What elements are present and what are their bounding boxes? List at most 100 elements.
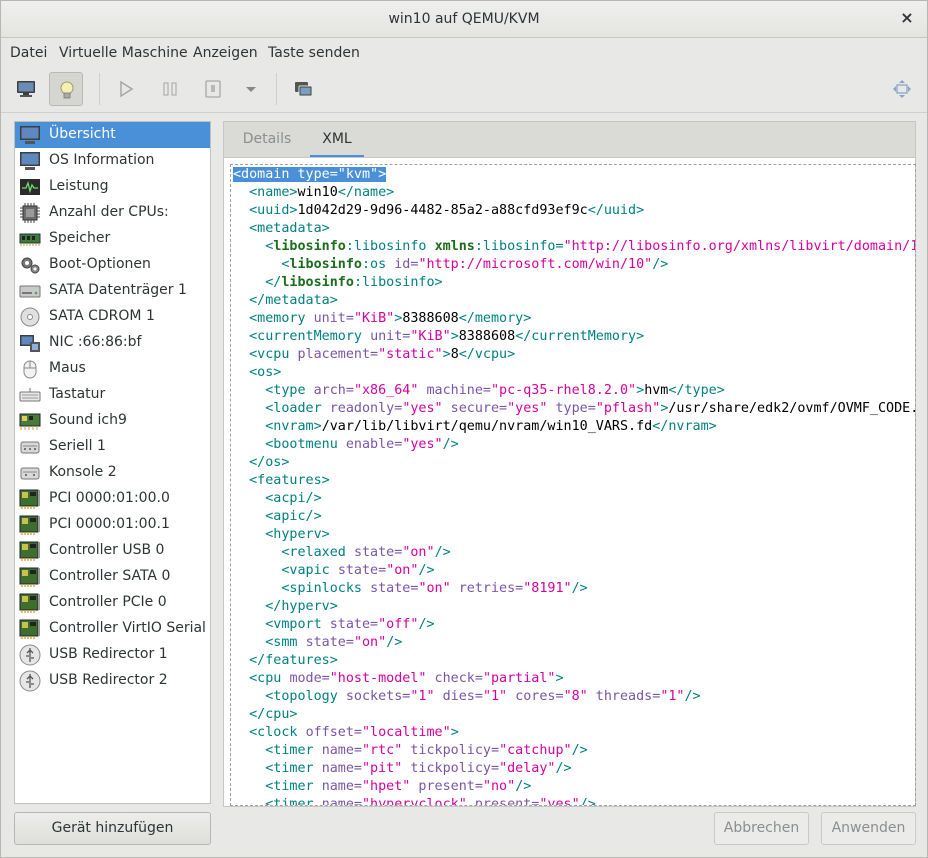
sidebar-item[interactable]: PCI 0000:01:00.1 bbox=[15, 512, 210, 538]
sidebar-item[interactable]: Leistung bbox=[15, 174, 210, 200]
fullscreen-button[interactable] bbox=[885, 72, 919, 106]
menu-virtuelle-maschine[interactable]: Virtuelle Maschine bbox=[59, 45, 188, 61]
xml-line: <libosinfo:libosinfo xmlns:libosinfo="ht… bbox=[233, 238, 915, 256]
xml-token: dies= bbox=[434, 689, 483, 704]
xml-token: <clock bbox=[249, 725, 306, 740]
xml-token bbox=[233, 437, 265, 452]
sidebar-item[interactable]: Controller SATA 0 bbox=[15, 564, 210, 590]
sidebar-item[interactable]: Controller USB 0 bbox=[15, 538, 210, 564]
sidebar-item[interactable]: SATA CDROM 1 bbox=[15, 304, 210, 330]
xml-token: </currentMemory> bbox=[515, 329, 645, 344]
cancel-button[interactable]: Abbrechen bbox=[714, 812, 809, 845]
fullscreen-icon bbox=[893, 80, 911, 98]
details-button[interactable] bbox=[49, 72, 83, 106]
menu-taste-senden[interactable]: Taste senden bbox=[268, 45, 360, 61]
xml-token: "pflash" bbox=[595, 401, 661, 416]
pause-button[interactable] bbox=[153, 72, 187, 106]
monitor-icon bbox=[19, 150, 41, 172]
xml-token: <timer bbox=[265, 779, 322, 794]
sidebar-item[interactable]: USB Redirector 1 bbox=[15, 642, 210, 668]
xml-token: /> bbox=[418, 563, 435, 578]
xml-token: </metadata> bbox=[249, 293, 338, 308]
menu-bar: Datei Virtuelle Maschine Anzeigen Taste … bbox=[1, 39, 927, 67]
sidebar-item[interactable]: USB Redirector 2 bbox=[15, 668, 210, 694]
xml-token: <timer bbox=[265, 797, 322, 806]
xml-token: /> bbox=[571, 581, 588, 596]
hardware-list[interactable]: Übersicht OS Information Leistung Anzahl de… bbox=[14, 121, 211, 804]
xml-token: <timer bbox=[265, 761, 322, 776]
xml-line: </metadata> bbox=[233, 292, 915, 310]
xml-token: <domain type="kvm"> bbox=[233, 167, 387, 182]
xml-token: "yes" bbox=[402, 401, 443, 416]
sidebar-item-label: Maus bbox=[49, 360, 86, 376]
xml-code[interactable]: <domain type="kvm"> <name>win10</name> <… bbox=[233, 166, 915, 806]
xml-token bbox=[233, 635, 265, 650]
sidebar-item[interactable]: Anzahl der CPUs: bbox=[15, 200, 210, 226]
xml-token bbox=[233, 329, 249, 344]
run-button[interactable] bbox=[109, 72, 143, 106]
xml-token: <nvram> bbox=[265, 419, 322, 434]
xml-token: :os bbox=[362, 257, 395, 272]
sidebar-item-label: Controller VirtIO Serial 0 bbox=[49, 620, 211, 636]
sidebar-item[interactable]: Seriell 1 bbox=[15, 434, 210, 460]
console-button[interactable] bbox=[9, 72, 43, 106]
xml-token: /> bbox=[555, 761, 572, 776]
console-port-icon bbox=[19, 462, 41, 484]
cdrom-icon bbox=[19, 306, 41, 328]
xml-token: enable= bbox=[345, 437, 403, 452]
sidebar-item[interactable]: SATA Datenträger 1 bbox=[15, 278, 210, 304]
xml-token bbox=[233, 311, 249, 326]
dropdown-icon bbox=[246, 87, 256, 92]
pci-card-icon bbox=[19, 514, 41, 536]
xml-token: "x86_64" bbox=[353, 383, 419, 398]
xml-token bbox=[233, 527, 265, 542]
add-hardware-button[interactable]: Gerät hinzufügen bbox=[14, 812, 211, 845]
xml-panel: <domain type="kvm"> <name>win10</name> <… bbox=[223, 157, 916, 807]
xml-line: <type arch="x86_64" machine="pc-q35-rhel… bbox=[233, 382, 915, 400]
xml-token: </ bbox=[265, 275, 282, 290]
sidebar-item[interactable]: Controller VirtIO Serial 0 bbox=[15, 616, 210, 642]
xml-token: <smm bbox=[265, 635, 306, 650]
tab-xml[interactable]: XML bbox=[310, 122, 364, 158]
sidebar-item[interactable]: PCI 0000:01:00.0 bbox=[15, 486, 210, 512]
shutdown-button[interactable] bbox=[196, 72, 230, 106]
sidebar-item[interactable]: Maus bbox=[15, 356, 210, 382]
sidebar-item[interactable]: NIC :66:86:bf bbox=[15, 330, 210, 356]
xml-token: offset= bbox=[305, 725, 362, 740]
shutdown-menu-button[interactable] bbox=[234, 72, 268, 106]
xml-token: "off" bbox=[378, 617, 419, 632]
xml-line: </hyperv> bbox=[233, 598, 915, 616]
sidebar-item[interactable]: Boot-Optionen bbox=[15, 252, 210, 278]
sidebar-item-label: Boot-Optionen bbox=[49, 256, 151, 272]
close-icon[interactable]: × bbox=[899, 10, 915, 26]
xml-token: <acpi/> bbox=[265, 491, 322, 506]
performance-graph-icon bbox=[19, 176, 41, 198]
xml-token: <name> bbox=[249, 185, 298, 200]
xml-token: mode= bbox=[289, 671, 330, 686]
sidebar-item[interactable]: Tastatur bbox=[15, 382, 210, 408]
sidebar-item-label: Controller PCIe 0 bbox=[49, 594, 167, 610]
xml-token: <features> bbox=[249, 473, 330, 488]
xml-token: /> bbox=[579, 797, 596, 806]
sidebar-item[interactable]: Konsole 2 bbox=[15, 460, 210, 486]
xml-token: tickpolicy= bbox=[402, 761, 500, 776]
xml-token: state= bbox=[337, 563, 387, 578]
sidebar-item[interactable]: OS Information bbox=[15, 148, 210, 174]
sidebar-item[interactable]: Speicher bbox=[15, 226, 210, 252]
sidebar-item-label: Speicher bbox=[49, 230, 111, 246]
xml-line: <hyperv> bbox=[233, 526, 915, 544]
xml-token: "on" bbox=[353, 635, 387, 650]
toolbar bbox=[1, 67, 927, 113]
sidebar-item[interactable]: Übersicht bbox=[15, 122, 210, 148]
tab-details[interactable]: Details bbox=[224, 122, 310, 158]
menu-anzeigen[interactable]: Anzeigen bbox=[193, 45, 258, 61]
apply-button[interactable]: Anwenden bbox=[821, 812, 916, 845]
title-bar[interactable]: win10 auf QEMU/KVM × bbox=[1, 1, 927, 38]
sidebar-item[interactable]: Controller PCIe 0 bbox=[15, 590, 210, 616]
toolbar-separator bbox=[276, 73, 277, 105]
menu-datei[interactable]: Datei bbox=[10, 45, 47, 61]
xml-line: <timer name="hypervclock" present="yes"/… bbox=[233, 796, 915, 806]
xml-editor[interactable]: <domain type="kvm"> <name>win10</name> <… bbox=[230, 164, 916, 806]
snapshots-button[interactable] bbox=[287, 72, 321, 106]
sidebar-item[interactable]: Sound ich9 bbox=[15, 408, 210, 434]
